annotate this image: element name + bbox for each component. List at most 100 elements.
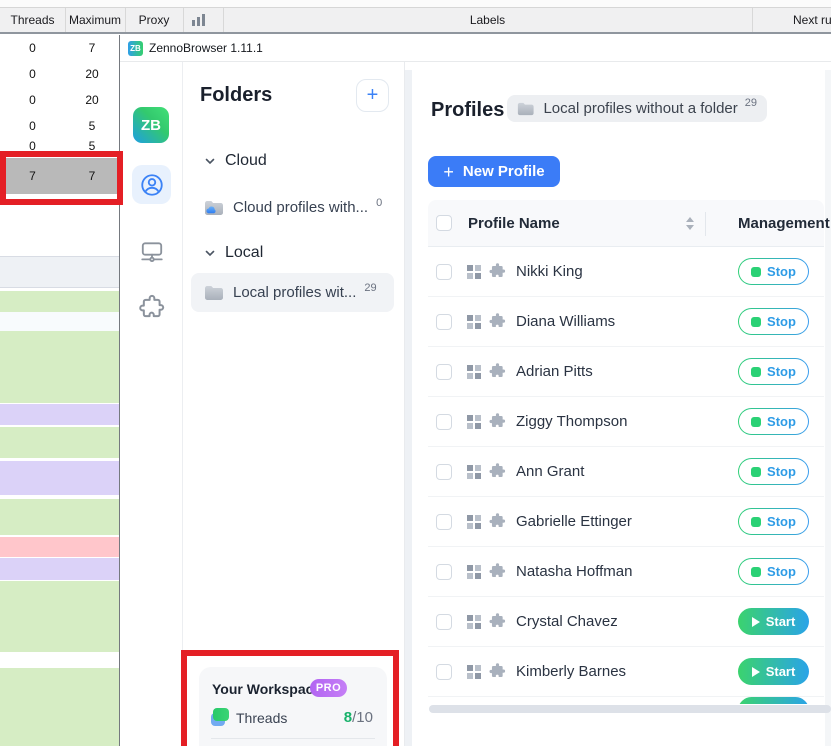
row-checkbox[interactable] — [436, 313, 452, 330]
stop-button[interactable]: Stop — [738, 458, 809, 485]
row-checkbox[interactable] — [436, 463, 452, 480]
screen: Threads Maximum Proxy Labels Next ru 070… — [0, 0, 831, 746]
profile-type-icon — [489, 663, 506, 678]
threads-value: 0 — [29, 67, 36, 81]
chevron-down-icon — [205, 158, 215, 165]
window-titlebar: ZB ZennoBrowser 1.11.1 — [120, 35, 831, 62]
start-button[interactable]: Start — [738, 608, 809, 635]
start-button[interactable]: Start — [738, 658, 809, 685]
stop-button[interactable]: Stop — [738, 558, 809, 585]
sidebar-item-devices[interactable] — [132, 232, 171, 271]
status-dot-icon — [751, 516, 762, 527]
stop-button[interactable]: Stop — [738, 308, 809, 335]
row-checkbox[interactable] — [436, 263, 452, 280]
column-header-maximum[interactable]: Maximum — [65, 8, 125, 32]
grid-icon[interactable] — [467, 614, 481, 629]
column-header-proxy[interactable]: Proxy — [125, 8, 183, 32]
profile-name: Natasha Hoffman — [516, 563, 633, 580]
start-button[interactable]: Start — [738, 697, 809, 704]
status-stripe — [0, 461, 119, 495]
profile-type-icon — [489, 363, 506, 378]
column-header-labels[interactable]: Labels — [223, 8, 752, 32]
status-dot-icon — [751, 466, 762, 477]
profile-name: Nikki King — [516, 263, 583, 280]
remote-device-icon — [140, 241, 163, 262]
folder-icon — [517, 102, 534, 115]
status-dot-icon — [751, 266, 762, 277]
column-divider — [705, 212, 706, 236]
thread-row[interactable]: 0 20 — [0, 91, 119, 109]
section-label: Local — [225, 244, 264, 261]
threads-value: 0 — [29, 93, 36, 107]
current-folder-chip[interactable]: Local profiles without a folder 29 — [507, 95, 767, 122]
table-row: Gabrielle Ettinger Stop — [428, 497, 824, 547]
background-app-header: Threads Maximum Proxy Labels Next ru — [0, 8, 831, 34]
add-folder-button[interactable]: + — [356, 79, 389, 112]
grid-icon[interactable] — [467, 514, 481, 529]
sidebar-item-profiles[interactable] — [132, 165, 171, 204]
background-app-table: 0 7 0 20 0 20 0 5 0 5 7 7 — [0, 34, 119, 746]
row-action: Start — [738, 658, 809, 685]
row-action: Stop — [738, 458, 809, 485]
profile-name: Ziggy Thompson — [516, 413, 628, 430]
row-checkbox[interactable] — [436, 413, 452, 430]
user-profile-icon — [140, 173, 163, 196]
stop-button[interactable]: Stop — [738, 508, 809, 535]
column-header-next-run[interactable]: Next ru — [793, 8, 831, 32]
stop-button[interactable]: Stop — [738, 408, 809, 435]
table-row: Nikki King Stop — [428, 247, 824, 297]
sidebar-item-extensions[interactable] — [132, 288, 171, 327]
vertical-scrollbar[interactable] — [825, 70, 831, 746]
profile-type-icon — [489, 413, 506, 428]
workspace-card: Your Workspace PRO Threads 8/10 — [199, 667, 387, 746]
grid-icon[interactable] — [467, 264, 481, 279]
thread-row[interactable]: 07 — [0, 39, 119, 57]
new-profile-button[interactable]: + New Profile — [428, 156, 560, 187]
status-stripe — [0, 668, 119, 746]
profile-rows: Nikki King Stop Diana Williams Stop Adrian P… — [428, 247, 824, 697]
grid-icon[interactable] — [467, 414, 481, 429]
status-stripe — [0, 558, 119, 580]
cloud-folder-icon — [205, 200, 223, 215]
row-checkbox[interactable] — [436, 613, 452, 630]
thread-row[interactable]: 05 — [0, 117, 119, 135]
background-app-top-strip — [0, 0, 831, 8]
profile-name: Kimberly Barnes — [516, 663, 627, 680]
row-action: Start — [738, 608, 809, 635]
row-checkbox[interactable] — [436, 563, 452, 580]
stop-button[interactable]: Stop — [738, 258, 809, 285]
bar-chart-icon[interactable] — [192, 14, 205, 26]
row-checkbox[interactable] — [436, 663, 452, 680]
folder-item-cloud[interactable]: Cloud profiles with... 0 — [191, 188, 394, 227]
status-stripe — [0, 291, 119, 312]
grid-icon[interactable] — [467, 314, 481, 329]
row-checkbox[interactable] — [436, 363, 452, 380]
column-header-threads[interactable]: Threads — [0, 8, 65, 32]
horizontal-scrollbar[interactable] — [429, 705, 831, 713]
section-local[interactable]: Local — [204, 244, 263, 262]
table-row: Natasha Hoffman Stop — [428, 547, 824, 597]
folder-item-local[interactable]: Local profiles wit... 29 — [191, 273, 394, 312]
select-all-checkbox[interactable] — [436, 215, 452, 231]
profile-type-icon — [489, 263, 506, 278]
thread-row[interactable]: 0 20 — [0, 65, 119, 83]
threads-value: 8/10 — [343, 709, 373, 726]
workspace-divider — [211, 738, 375, 739]
workspace-title: Your Workspace — [212, 681, 322, 697]
thread-row[interactable]: 05 — [0, 137, 119, 155]
maximum-value: 20 — [85, 93, 99, 107]
stop-button[interactable]: Stop — [738, 358, 809, 385]
grid-icon[interactable] — [467, 364, 481, 379]
grid-icon[interactable] — [467, 664, 481, 679]
grid-icon[interactable] — [467, 464, 481, 479]
plus-icon: + — [443, 161, 454, 182]
threads-value: 7 — [29, 169, 36, 183]
maximum-value: 20 — [85, 67, 99, 81]
section-cloud[interactable]: Cloud — [204, 152, 267, 170]
table-row: Diana Williams Stop — [428, 297, 824, 347]
row-action: Stop — [738, 558, 809, 585]
grid-icon[interactable] — [467, 564, 481, 579]
row-checkbox[interactable] — [436, 513, 452, 530]
thread-row[interactable]: 77 — [0, 158, 119, 194]
sort-icon[interactable] — [686, 216, 694, 230]
